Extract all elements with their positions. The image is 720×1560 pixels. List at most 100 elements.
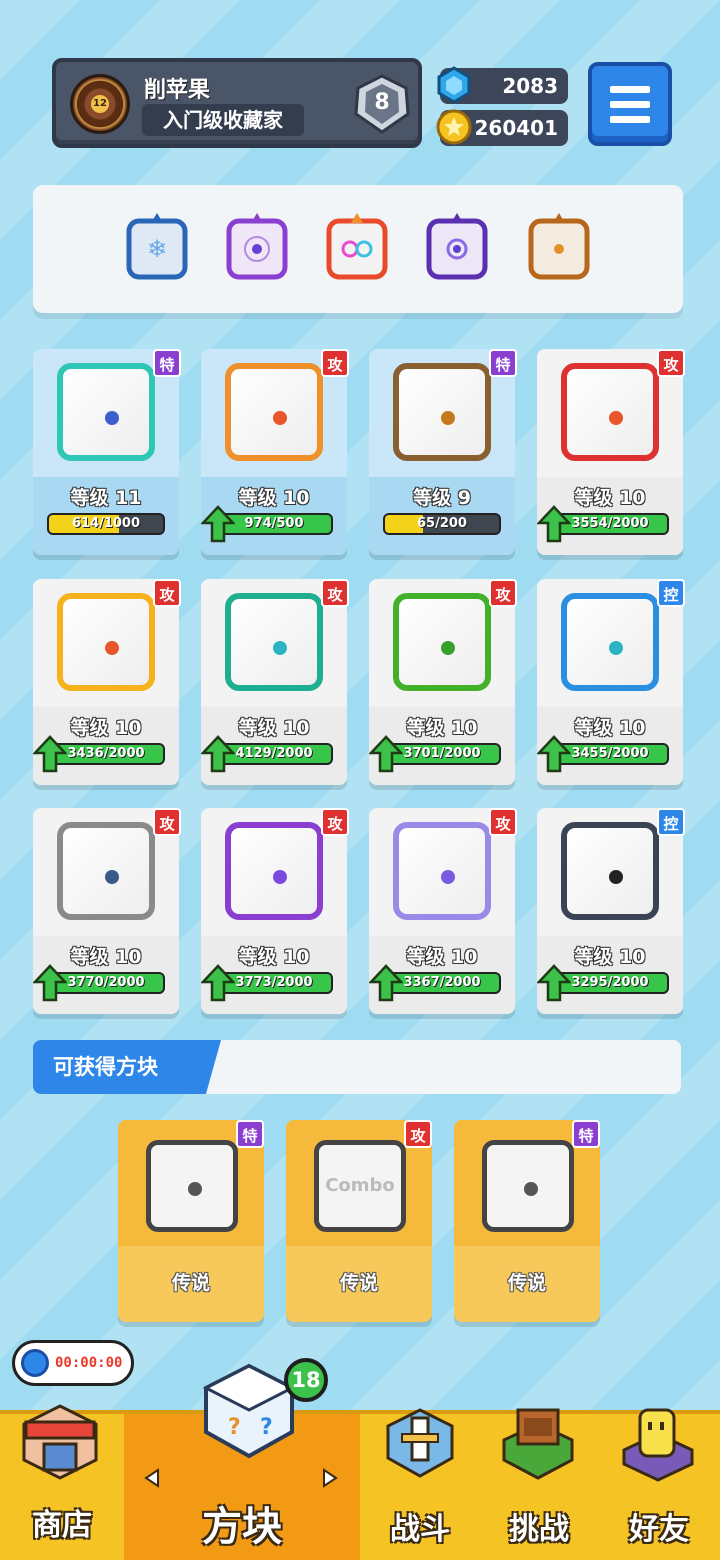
nav-battle[interactable]: 战斗 <box>360 1408 480 1560</box>
coin-counter[interactable]: 260401 <box>436 109 568 146</box>
dice-card[interactable]: 控等级 10 3295/2000 <box>537 808 685 1014</box>
upgrade-arrow-icon[interactable] <box>201 735 235 773</box>
dice-pip <box>105 411 119 425</box>
gem-count: 2083 <box>502 74 558 98</box>
dice-pip <box>273 641 287 655</box>
dice-card[interactable]: 攻等级 10 3436/2000 <box>33 579 181 785</box>
timer-text: 00:00:00 <box>55 1355 123 1371</box>
arrow-left-icon[interactable] <box>142 1468 162 1488</box>
dice-card[interactable]: 攻等级 10 4129/2000 <box>201 579 349 785</box>
upgrade-arrow-icon[interactable] <box>369 735 403 773</box>
dice-type-tag: 攻 <box>321 349 349 377</box>
friends-icon <box>622 1408 694 1482</box>
nav-shop[interactable]: 商店 <box>0 1404 124 1560</box>
dice-card[interactable]: 攻等级 10 3701/2000 <box>369 579 517 785</box>
coin-icon <box>436 109 472 145</box>
upgrade-arrow-icon[interactable] <box>33 735 67 773</box>
available-header-bar: 可获得方块 <box>33 1040 681 1094</box>
upgrade-arrow-icon[interactable] <box>537 735 571 773</box>
dice-type-tag: 攻 <box>489 808 517 836</box>
menu-button[interactable] <box>588 62 672 146</box>
dice-card[interactable]: 控等级 10 3455/2000 <box>537 579 685 785</box>
dice-type-tag: 攻 <box>153 579 181 607</box>
nav-battle-label: 战斗 <box>390 1512 450 1547</box>
dice-face-label: Combo <box>325 1175 395 1196</box>
ice-dice-icon: ❄ <box>126 213 188 280</box>
deck-slot-earth-dice[interactable] <box>523 209 595 285</box>
dice-pip <box>441 870 455 884</box>
dice-pip <box>441 411 455 425</box>
dice-face <box>225 363 323 461</box>
gravity-dice-icon <box>426 213 488 280</box>
available-dice-card[interactable]: 特传说 <box>454 1120 600 1322</box>
deck-slot-arcane-dice[interactable] <box>221 209 293 285</box>
dice-card[interactable]: 攻等级 10 974/500 <box>201 349 349 555</box>
dice-progress-text: 65/200 <box>417 516 467 531</box>
legendary-dice-face: Combo <box>314 1140 406 1232</box>
timer-bubble[interactable]: 00:00:00 <box>12 1340 134 1386</box>
rank-number: 8 <box>374 90 390 115</box>
dice-pip <box>105 641 119 655</box>
deck-slot-rainbow-dice[interactable] <box>321 209 393 285</box>
dice-type-tag: 特 <box>572 1120 600 1148</box>
legendary-dice-face <box>146 1140 238 1232</box>
dice-progress-text: 614/1000 <box>71 516 141 531</box>
available-dice-card[interactable]: 特传说 <box>118 1120 264 1322</box>
dice-face <box>57 593 155 691</box>
dice-face <box>561 822 659 920</box>
dice-face <box>225 593 323 691</box>
rainbow-dice-icon <box>326 213 388 280</box>
deck-panel: ❄ <box>33 185 683 313</box>
dice-pip <box>188 1182 202 1196</box>
upgrade-arrow-icon[interactable] <box>369 964 403 1002</box>
player-profile-panel[interactable]: 12 削苹果 入门级收藏家 8 <box>52 58 422 148</box>
upgrade-arrow-icon[interactable] <box>537 505 571 543</box>
arrow-right-icon[interactable] <box>320 1468 340 1488</box>
nav-friends[interactable]: 好友 <box>598 1408 720 1560</box>
upgrade-arrow-icon[interactable] <box>201 505 235 543</box>
nav-shop-label: 商店 <box>32 1508 92 1543</box>
dice-type-tag: 控 <box>657 579 685 607</box>
dice-type-tag: 特 <box>489 349 517 377</box>
rank-badge[interactable]: 8 <box>352 74 412 136</box>
svg-text:?: ? <box>260 1415 273 1440</box>
dice-card[interactable]: 攻等级 10 3770/2000 <box>33 808 181 1014</box>
dice-pip <box>273 411 287 425</box>
upgrade-arrow-icon[interactable] <box>33 964 67 1002</box>
deck-slot-gravity-dice[interactable] <box>421 209 493 285</box>
dice-type-tag: 控 <box>657 808 685 836</box>
dice-pip <box>609 411 623 425</box>
dice-face <box>225 822 323 920</box>
upgrade-arrow-icon[interactable] <box>201 964 235 1002</box>
upgrade-arrow-icon[interactable] <box>537 964 571 1002</box>
coin-count: 260401 <box>474 116 559 140</box>
dice-pip <box>441 641 455 655</box>
gem-counter[interactable]: 2083 <box>437 66 568 104</box>
dice-card[interactable]: 攻等级 10 3773/2000 <box>201 808 349 1014</box>
dice-level: 等级 11 <box>70 487 142 509</box>
arcane-dice-icon <box>226 213 288 280</box>
player-name: 削苹果 <box>144 78 211 103</box>
dice-pip <box>609 870 623 884</box>
gem-icon <box>437 66 471 104</box>
dice-card[interactable]: 特等级 9 65/200 <box>369 349 517 555</box>
dice-face <box>57 822 155 920</box>
available-dice-card[interactable]: Combo 攻传说 <box>286 1120 432 1322</box>
deck-slot-ice-dice[interactable]: ❄ <box>121 209 193 285</box>
dice-level: 等级 9 <box>413 487 471 509</box>
svg-text:❄: ❄ <box>147 235 167 263</box>
rarity-label: 传说 <box>507 1272 546 1294</box>
dice-card[interactable]: 特等级 11 614/1000 <box>33 349 181 555</box>
earth-dice-icon <box>528 213 590 280</box>
dice-type-tag: 攻 <box>657 349 685 377</box>
menu-icon <box>610 86 650 93</box>
nav-challenge[interactable]: 挑战 <box>480 1408 598 1560</box>
nav-challenge-label: 挑战 <box>509 1512 569 1547</box>
stopwatch-icon <box>21 1349 49 1377</box>
dice-card[interactable]: 攻等级 10 3367/2000 <box>369 808 517 1014</box>
dice-type-tag: 特 <box>153 349 181 377</box>
dice-face <box>393 363 491 461</box>
available-header: 可获得方块 <box>33 1040 221 1094</box>
dice-card[interactable]: 攻等级 10 3554/2000 <box>537 349 685 555</box>
player-avatar[interactable]: 12 <box>70 74 130 134</box>
